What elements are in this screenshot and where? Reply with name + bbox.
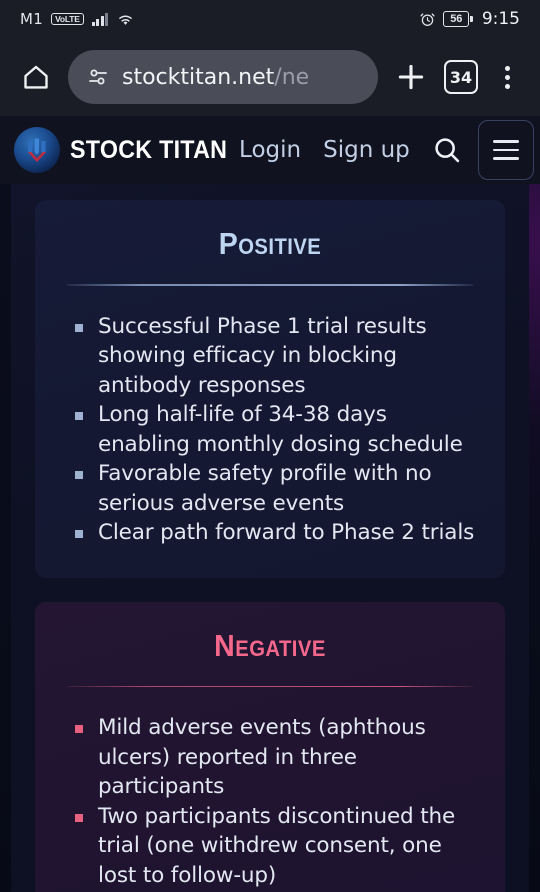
- positive-card: Positive Successful Phase 1 trial result…: [35, 200, 505, 578]
- list-item: Favorable safety profile with no serious…: [71, 459, 481, 518]
- positive-card-title: Positive: [218, 226, 322, 261]
- three-dot-menu-icon[interactable]: [490, 65, 524, 89]
- carrier-label: M1: [20, 10, 44, 28]
- battery-tip: [470, 16, 473, 22]
- phone-screen: M1 VoLTE 56 9:15 stocktitan.net/ne 34 ST…: [0, 0, 540, 892]
- site-header: STOCK TITAN Login Sign up: [0, 116, 540, 184]
- url-path: /ne: [274, 64, 310, 90]
- list-item: Mild adverse events (aphthous ulcers) re…: [71, 713, 481, 802]
- wifi-icon: [116, 12, 135, 27]
- home-icon[interactable]: [16, 57, 56, 97]
- status-bar: M1 VoLTE 56 9:15: [0, 0, 540, 38]
- signal-bars-icon: [91, 12, 109, 26]
- positive-bullet-list: Successful Phase 1 trial results showing…: [59, 312, 481, 548]
- negative-title-divider: [67, 685, 473, 687]
- url-host: stocktitan.net: [122, 64, 275, 90]
- battery-level: 56: [443, 11, 470, 27]
- page-background: Positive Successful Phase 1 trial result…: [0, 184, 540, 892]
- status-bar-left: M1 VoLTE: [20, 10, 419, 28]
- header-nav: Login Sign up: [239, 137, 410, 163]
- negative-card-title: Negative: [214, 627, 326, 663]
- signup-link[interactable]: Sign up: [323, 137, 410, 163]
- negative-bullet-list: Mild adverse events (aphthous ulcers) re…: [59, 713, 481, 890]
- list-item: Two participants discontinued the trial …: [71, 802, 481, 891]
- page-settings-icon[interactable]: [86, 65, 110, 89]
- negative-card: Negative Mild adverse events (aphthous u…: [35, 601, 505, 892]
- url-text[interactable]: stocktitan.net/ne: [122, 65, 309, 90]
- login-link[interactable]: Login: [239, 137, 301, 163]
- browser-toolbar: stocktitan.net/ne 34: [0, 38, 540, 116]
- url-bar[interactable]: stocktitan.net/ne: [68, 50, 378, 104]
- status-bar-right: 56 9:15: [419, 9, 520, 29]
- hamburger-menu-icon[interactable]: [477, 120, 534, 180]
- positive-title-divider: [67, 284, 473, 286]
- volte-badge: VoLTE: [51, 12, 84, 26]
- stock-titan-logo-icon[interactable]: [14, 127, 60, 173]
- plus-icon[interactable]: [390, 56, 432, 98]
- list-item: Long half-life of 34-38 days enabling mo…: [71, 400, 481, 459]
- article-content: Positive Successful Phase 1 trial result…: [11, 184, 529, 892]
- brand-wordmark[interactable]: STOCK TITAN: [70, 136, 227, 165]
- list-item: Clear path forward to Phase 2 trials: [71, 518, 481, 548]
- battery-icon: 56: [443, 11, 473, 27]
- tab-count-label: 34: [449, 67, 473, 87]
- alarm-clock-icon: [419, 11, 436, 28]
- search-icon[interactable]: [428, 131, 466, 169]
- list-item: Successful Phase 1 trial results showing…: [71, 312, 481, 401]
- clock-label: 9:15: [481, 9, 520, 29]
- tab-counter-button[interactable]: 34: [444, 60, 478, 94]
